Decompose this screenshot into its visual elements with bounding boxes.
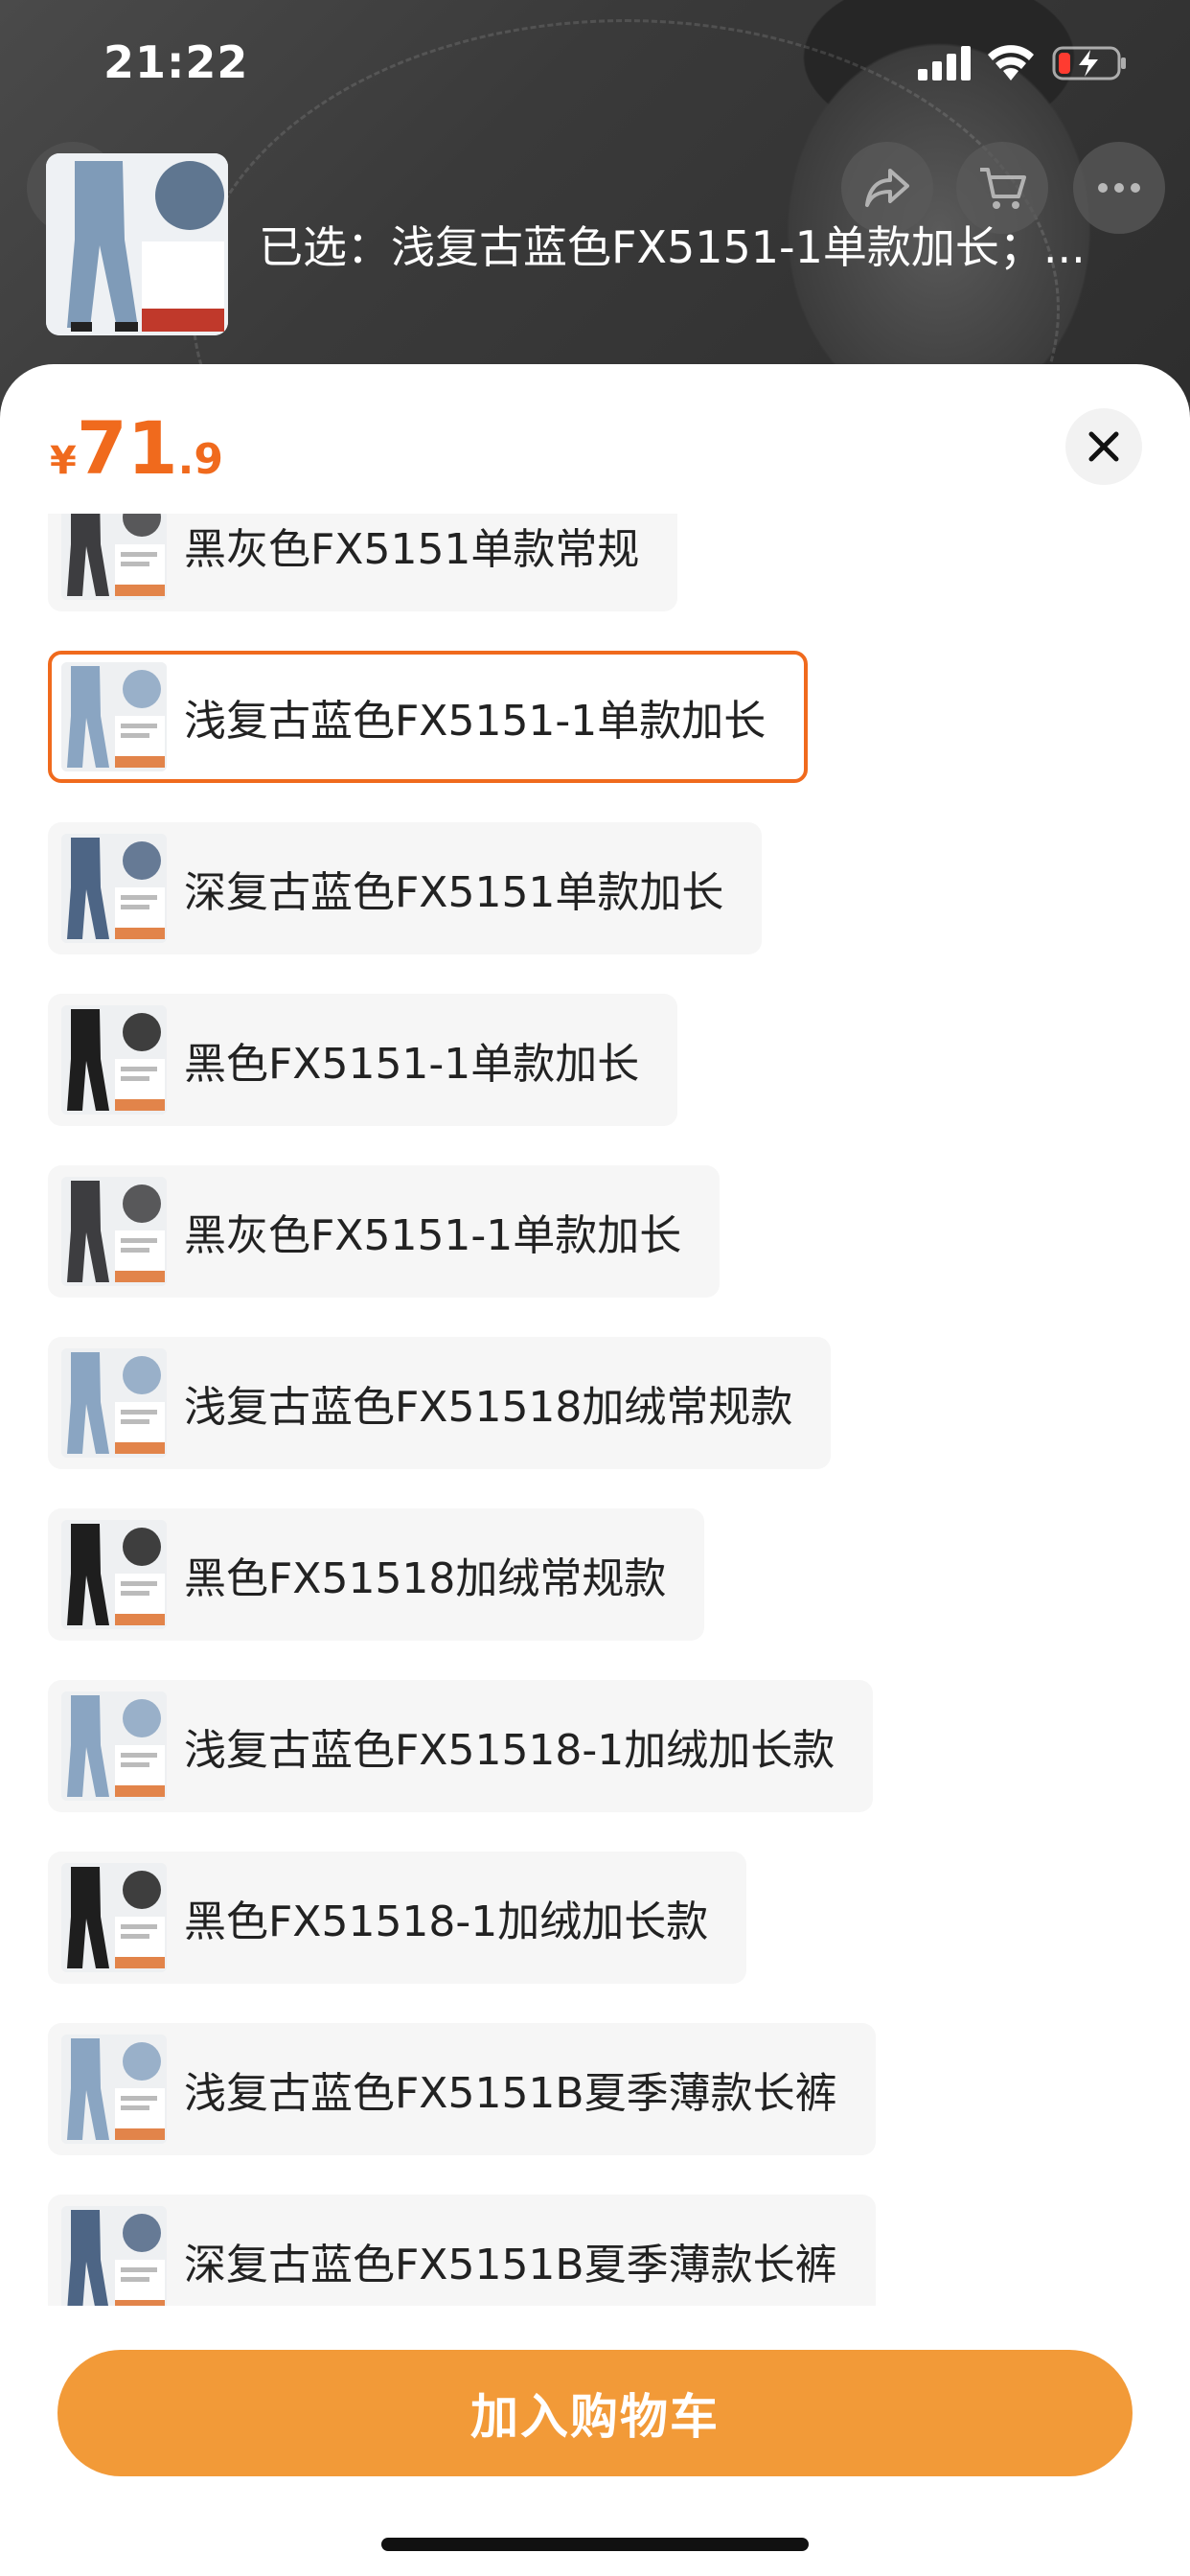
wifi-icon xyxy=(988,45,1034,80)
variant-option[interactable]: 浅复古蓝色FX51518-1加绒加长款 xyxy=(48,1680,874,1812)
status-time: 21:22 xyxy=(103,36,249,88)
signal-icon xyxy=(918,46,971,80)
variant-label: 黑灰色FX5151-1单款加长 xyxy=(184,1211,682,1260)
variant-option[interactable]: 浅复古蓝色FX5151B夏季薄款长裤 xyxy=(48,2023,876,2155)
close-button[interactable] xyxy=(1065,408,1142,485)
variant-list[interactable]: 黑灰色FX5151单款常规 浅复古蓝色FX5151-1单款加长 深复古蓝色FX515… xyxy=(0,514,1190,2306)
selected-variant-text: 已选：浅复古蓝色FX5151-1单款加长；... xyxy=(259,221,1086,273)
jeans-image xyxy=(46,153,228,335)
close-icon xyxy=(1088,431,1119,462)
variant-thumbnail xyxy=(61,1177,167,1286)
variant-thumbnail xyxy=(61,1520,167,1629)
variant-thumbnail xyxy=(61,1863,167,1972)
variant-thumbnail xyxy=(61,1691,167,1801)
variant-option[interactable]: 黑灰色FX5151单款常规 xyxy=(48,514,678,611)
more-icon xyxy=(1098,183,1140,193)
variant-option[interactable]: 黑色FX51518-1加绒加长款 xyxy=(48,1852,747,1984)
price-currency: ¥ xyxy=(50,439,77,483)
variant-label: 浅复古蓝色FX51518-1加绒加长款 xyxy=(184,1726,835,1775)
variant-label: 黑色FX51518-1加绒加长款 xyxy=(184,1898,709,1946)
variant-label: 深复古蓝色FX5151B夏季薄款长裤 xyxy=(184,2241,837,2289)
variant-thumbnail xyxy=(61,1348,167,1458)
variant-label: 深复古蓝色FX5151单款加长 xyxy=(184,868,724,917)
variant-thumbnail xyxy=(61,834,167,943)
variant-label: 浅复古蓝色FX51518加绒常规款 xyxy=(184,1383,793,1432)
add-to-cart-button[interactable]: 加入购物车 xyxy=(57,2350,1133,2476)
sku-selector-sheet: ¥71.9 黑灰色FX5151单款常规 浅复古蓝色FX5151-1单款加长 深复古蓝… xyxy=(0,364,1190,2576)
variant-option[interactable]: 深复古蓝色FX5151B夏季薄款长裤 xyxy=(48,2195,876,2306)
variant-option[interactable]: 黑色FX51518加绒常规款 xyxy=(48,1508,705,1641)
variant-option[interactable]: 黑色FX5151-1单款加长 xyxy=(48,994,678,1126)
variant-thumbnail xyxy=(61,2206,167,2306)
variant-option[interactable]: 浅复古蓝色FX51518加绒常规款 xyxy=(48,1337,832,1469)
variant-label: 黑灰色FX5151单款常规 xyxy=(184,525,640,574)
price-integer: 71 xyxy=(76,405,178,491)
variant-option[interactable]: 黑灰色FX5151-1单款加长 xyxy=(48,1165,721,1298)
selected-variant-thumbnail[interactable] xyxy=(46,153,228,335)
variant-thumbnail xyxy=(61,1005,167,1115)
variant-thumbnail xyxy=(61,662,167,771)
variant-label: 浅复古蓝色FX5151-1单款加长 xyxy=(184,697,767,746)
battery-charging-icon xyxy=(1052,46,1126,80)
cart-icon xyxy=(980,168,1026,209)
price: ¥71.9 xyxy=(50,410,223,487)
variant-thumbnail xyxy=(61,514,167,600)
price-decimal: .9 xyxy=(177,435,223,484)
variant-option[interactable]: 浅复古蓝色FX5151-1单款加长 xyxy=(48,651,809,783)
variant-label: 黑色FX5151-1单款加长 xyxy=(184,1040,640,1089)
status-bar: 21:22 xyxy=(0,0,1190,134)
variant-option[interactable]: 深复古蓝色FX5151单款加长 xyxy=(48,822,763,954)
variant-label: 黑色FX51518加绒常规款 xyxy=(184,1554,667,1603)
home-indicator xyxy=(381,2538,809,2551)
share-icon xyxy=(865,169,909,207)
variant-thumbnail xyxy=(61,2035,167,2144)
variant-label: 浅复古蓝色FX5151B夏季薄款长裤 xyxy=(184,2069,837,2118)
